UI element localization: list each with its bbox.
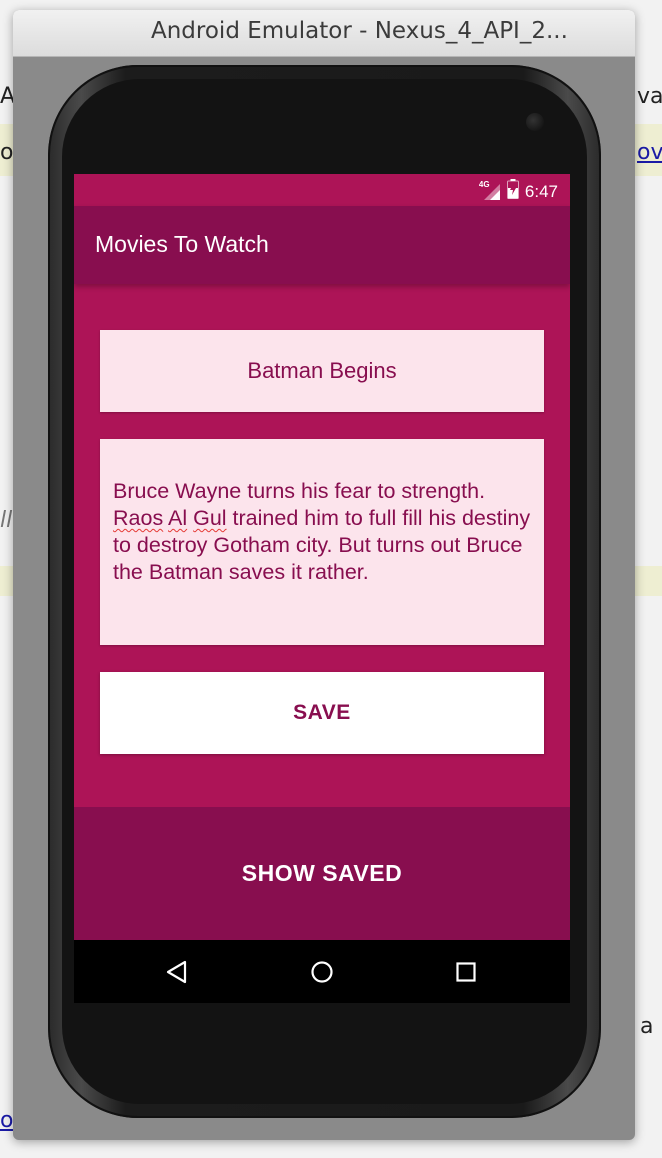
ide-fragment-left-link[interactable]: o [0,1108,13,1133]
ide-fragment-left: o [0,140,14,165]
misspelled-word: Gul [193,506,227,530]
misspelled-word: Raos [113,506,164,530]
status-time: 6:47 [524,181,558,201]
back-icon[interactable] [161,956,193,988]
battery-icon [506,179,519,204]
home-icon[interactable] [306,956,338,988]
front-camera-icon [526,113,544,131]
save-button[interactable]: SAVE [100,672,544,754]
device-screen: 4G 6:47 Movies To Watch Batman Begins Br… [74,174,570,1003]
ide-fragment-left: ll [0,508,13,533]
emulator-window: Android Emulator - Nexus_4_API_2... 4G 6… [13,10,635,1140]
movie-title-input[interactable]: Batman Begins [100,330,544,412]
movie-description-input[interactable]: Bruce Wayne turns his fear to strength. … [100,439,544,645]
ide-fragment-right-link[interactable]: ov [637,140,662,165]
navigation-bar [74,940,570,1003]
window-title: Android Emulator - Nexus_4_API_2... [151,18,568,44]
app-title: Movies To Watch [95,231,269,257]
ide-fragment-right: va [637,84,662,109]
window-titlebar[interactable]: Android Emulator - Nexus_4_API_2... [13,10,635,57]
ide-fragment-right: a [640,1014,654,1039]
misspelled-word: Al [168,506,188,530]
signal-icon: 4G [479,180,501,201]
description-text: Bruce Wayne turns his fear to strength. … [113,479,531,584]
show-saved-button[interactable]: SHOW SAVED [74,807,570,940]
status-bar: 4G 6:47 [74,174,570,206]
recents-icon[interactable] [450,956,482,988]
app-toolbar: Movies To Watch [74,206,570,284]
